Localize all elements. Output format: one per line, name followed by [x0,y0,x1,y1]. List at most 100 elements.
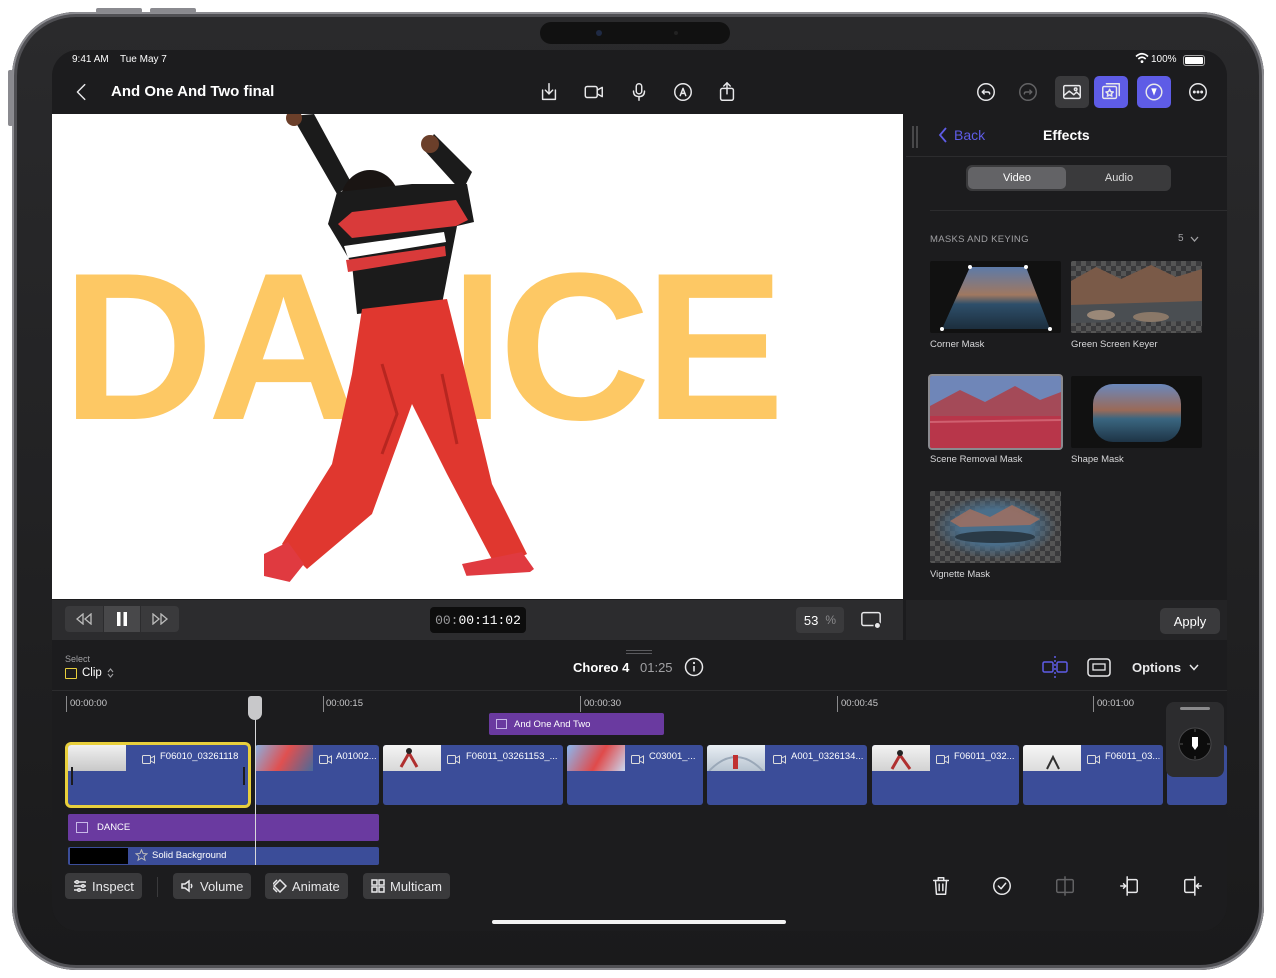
connected-title-clip[interactable]: And One And Two [489,713,664,735]
clip-select-icon [65,667,77,679]
storyline-clip[interactable]: A001_0326134... [707,745,867,805]
tab-audio[interactable]: Audio [1070,167,1168,189]
clip-label: A001_0326134... [791,751,864,762]
zoom-control[interactable]: 53 % [796,607,844,633]
back-label: Back [954,127,986,143]
clip-connections-icon[interactable] [1041,655,1069,684]
apply-button[interactable]: Apply [1160,608,1220,634]
inspector-icon[interactable] [1137,76,1171,108]
clip-label: F06011_03261153_... [466,751,558,762]
connected-title-label: And One And Two [514,718,591,730]
effect-vignette-mask[interactable]: Vignette Mask [930,491,1061,580]
battery-percent: 100% [1151,54,1177,65]
clip-label: F06011_032... [954,751,1015,762]
playhead-line [255,696,256,865]
trim-handle-left[interactable] [71,767,73,785]
title-clip-dance[interactable]: DANCE [68,814,379,841]
storyline-clip[interactable]: F06011_032... [872,745,1019,805]
camera-icon[interactable] [579,77,609,107]
effect-green-screen-keyer[interactable]: Green Screen Keyer [1071,261,1202,350]
trim-end-icon[interactable] [1178,871,1208,901]
trash-icon[interactable] [926,871,956,901]
ruler-tick-label: 00:00:00 [70,698,107,709]
effect-shape-mask[interactable]: Shape Mask [1071,376,1202,465]
select-mode-picker[interactable]: Clip [65,667,114,679]
storyline-clip[interactable]: F06010_03261118 [68,745,248,805]
volume-label: Volume [200,878,244,894]
timecode-display[interactable]: 00: 00:11:02 [430,607,526,633]
volume-button[interactable]: Volume [173,873,252,899]
share-icon[interactable] [712,77,742,107]
inspect-button[interactable]: Inspect [65,873,142,899]
effect-thumbnail [1071,376,1202,448]
animate-button[interactable]: Animate [265,873,348,899]
project-duration: 01:25 [640,660,673,675]
select-label: Select [65,654,91,664]
app-screen: 9:41 AM Tue May 7 100% And One And Two f… [52,50,1227,931]
section-count: 5 [1178,233,1184,244]
title-clip-icon [76,822,88,833]
home-indicator[interactable] [492,920,786,924]
ruler-tick-label: 00:01:00 [1097,698,1134,709]
viewer-display-options-icon[interactable] [856,605,886,635]
redo-icon[interactable] [1013,77,1043,107]
chevron-up-down-icon [107,668,114,678]
checkmark-circle-icon[interactable] [987,871,1017,901]
trim-start-icon[interactable] [1114,871,1144,901]
photos-browser-icon[interactable] [1055,76,1089,108]
pencil-annotate-icon[interactable] [668,77,698,107]
multicam-label: Multicam [390,878,443,894]
project-title: And One And Two final [111,83,275,100]
more-options-icon[interactable] [1183,77,1213,107]
effects-browser-icon[interactable] [1094,76,1128,108]
timecode-hours: 00: [435,612,459,628]
effect-thumbnail [930,491,1061,563]
microphone-icon[interactable] [624,77,654,107]
rewind-icon[interactable] [65,606,103,632]
grid-icon [371,879,385,893]
effects-panel: Back Effects Video Audio MASKS AND KEYIN… [906,114,1227,640]
select-mode-value: Clip [82,667,102,679]
options-label: Options [1132,660,1182,675]
timeline-zoom-dial[interactable] [1166,702,1224,777]
video-clip-icon [936,751,949,769]
clip-thumbnail [567,745,625,771]
storyline-clip[interactable]: A01002... [255,745,379,805]
fast-forward-icon[interactable] [141,606,179,632]
timeline-resize-handle[interactable] [626,650,652,651]
ruler-tick-label: 00:00:45 [841,698,878,709]
clip-thumbnail [383,745,441,771]
status-date: Tue May 7 [120,54,167,65]
storyline-clip[interactable]: F06011_03261153_... [383,745,563,805]
ruler-tick-label: 00:00:15 [326,698,363,709]
effect-corner-mask[interactable]: Corner Mask [930,261,1061,350]
options-menu-button[interactable]: Options [1132,660,1199,675]
clip-thumbnail [872,745,930,771]
playhead-handle[interactable] [248,696,262,720]
volume-up-button [96,8,142,13]
effect-label: Shape Mask [1071,454,1124,465]
panel-resize-handle[interactable] [912,126,914,148]
project-info-icon[interactable] [684,657,704,682]
undo-icon[interactable] [971,77,1001,107]
video-viewer[interactable]: DANCE [52,114,903,599]
effect-scene-removal-mask[interactable]: Scene Removal Mask [930,376,1061,465]
timeline-view-icon[interactable] [1086,655,1112,684]
back-button[interactable]: Back [938,127,985,143]
section-collapse-toggle[interactable]: 5 [1178,233,1199,244]
multicam-button[interactable]: Multicam [363,873,451,899]
back-chevron-icon[interactable] [67,77,97,107]
split-clip-icon[interactable] [1050,871,1080,901]
pause-icon[interactable] [104,606,140,632]
video-clip-icon [319,751,332,769]
storyline-clip[interactable]: C03001_... [567,745,703,805]
trim-handle-right[interactable] [243,767,245,785]
top-button [8,70,13,126]
import-icon[interactable] [534,77,564,107]
storyline-clip[interactable]: F06011_03... [1023,745,1163,805]
generator-clip[interactable]: Solid Background [68,847,379,865]
camera-housing [540,22,730,44]
tab-video[interactable]: Video [968,167,1066,189]
clip-thumbnail [255,745,313,771]
bottom-toolbar: Inspect Volume Animate Multicam [52,865,1227,931]
